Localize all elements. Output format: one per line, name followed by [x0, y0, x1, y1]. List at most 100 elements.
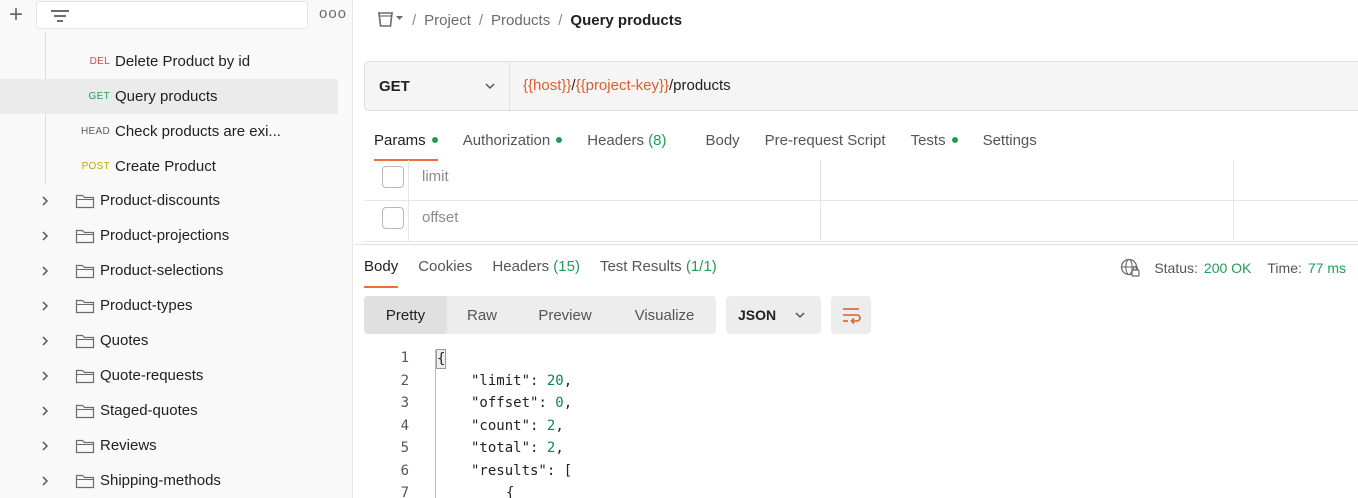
response-tab-cookies[interactable]: Cookies: [418, 254, 482, 286]
method-select[interactable]: GET: [365, 62, 510, 110]
format-value: JSON: [738, 307, 777, 323]
folder-name: Reviews: [100, 437, 157, 454]
tab-label: Body: [705, 132, 740, 149]
url-var-host: {{host}}: [523, 77, 572, 94]
json-key: "count": [471, 417, 531, 434]
param-key[interactable]: limit: [422, 168, 449, 185]
folder-item[interactable]: Staged-quotes: [0, 394, 338, 429]
folder-name: Product-types: [100, 297, 193, 314]
folder-name: Product-selections: [100, 262, 224, 279]
column-divider: [1233, 160, 1234, 201]
chevron-right-icon[interactable]: [40, 476, 50, 486]
folder-item[interactable]: Product-selections: [0, 254, 338, 289]
json-tail: [: [563, 462, 573, 479]
folder-item[interactable]: Shipping-methods: [0, 464, 338, 498]
tab-label: Tests: [910, 132, 946, 149]
line-number: 5: [400, 440, 409, 456]
request-item-head[interactable]: HEAD Check products are exi...: [0, 114, 338, 149]
tab-settings[interactable]: Settings: [973, 128, 1047, 160]
chevron-down-icon: [485, 83, 495, 90]
json-key: "limit": [471, 372, 531, 389]
request-item-query[interactable]: GET Query products: [0, 79, 338, 114]
sidebar-toolbar: + ooo: [0, 0, 352, 32]
folder-item[interactable]: Quote-requests: [0, 359, 338, 394]
request-name: Create Product: [115, 158, 216, 175]
code-line: "results": [: [471, 463, 572, 479]
breadcrumb-products[interactable]: Products: [491, 12, 550, 29]
request-item-delete[interactable]: DEL Delete Product by id: [0, 44, 338, 79]
tab-label: Authorization: [462, 132, 551, 149]
folder-item[interactable]: Quotes: [0, 324, 338, 359]
view-tab-raw[interactable]: Raw: [447, 296, 517, 334]
chevron-right-icon[interactable]: [40, 301, 50, 311]
folder-icon: [75, 264, 95, 279]
view-tab-pretty[interactable]: Pretty: [364, 296, 447, 334]
status-label: Status:: [1154, 260, 1198, 276]
filter-input[interactable]: [36, 1, 308, 29]
chevron-right-icon[interactable]: [40, 196, 50, 206]
json-value: 0: [555, 395, 564, 411]
json-value: 20: [546, 372, 564, 389]
folder-item[interactable]: Product-types: [0, 289, 338, 324]
tab-params[interactable]: Params: [364, 128, 448, 161]
breadcrumb-project[interactable]: Project: [424, 12, 471, 29]
method-badge: POST: [81, 161, 110, 172]
response-tab-headers[interactable]: Headers (15): [492, 254, 590, 286]
filter-icon: [51, 8, 69, 24]
method-badge: GET: [88, 91, 110, 102]
response-body-code[interactable]: 1 2 3 4 5 6 7{"limit": 20, "offset": 0, "count":…: [364, 348, 1358, 498]
chevron-right-icon[interactable]: [40, 441, 50, 451]
folder-name: Staged-quotes: [100, 402, 198, 419]
folder-item[interactable]: Product-projections: [0, 219, 338, 254]
tab-authorization[interactable]: Authorization: [453, 128, 573, 160]
add-icon[interactable]: +: [6, 3, 26, 27]
tab-headers[interactable]: Headers (8): [577, 128, 676, 160]
status-value[interactable]: 200 OK: [1204, 260, 1251, 276]
view-tab-preview[interactable]: Preview: [517, 296, 613, 334]
chevron-right-icon[interactable]: [40, 266, 50, 276]
json-sep: :: [530, 440, 547, 456]
more-options-icon[interactable]: ooo: [319, 5, 347, 22]
param-checkbox[interactable]: [382, 207, 404, 229]
tab-label: Settings: [982, 132, 1037, 149]
request-item-create[interactable]: POST Create Product: [0, 149, 338, 184]
response-tab-test-results[interactable]: Test Results (1/1): [600, 254, 727, 286]
breadcrumb-current[interactable]: Query products: [570, 12, 682, 29]
tab-tests[interactable]: Tests: [901, 128, 968, 160]
param-checkbox[interactable]: [382, 166, 404, 188]
tab-count: (15): [553, 258, 580, 275]
column-divider: [820, 160, 821, 201]
chevron-right-icon[interactable]: [40, 231, 50, 241]
tab-body[interactable]: Body: [695, 128, 749, 160]
status-dot: [431, 137, 438, 144]
folder-name: Product-discounts: [100, 192, 221, 209]
wrap-lines-button[interactable]: [831, 296, 871, 334]
folder-icon: [75, 334, 95, 349]
collection-icon[interactable]: [374, 10, 403, 30]
body-view-tabs: Pretty Raw Preview Visualize: [364, 296, 716, 334]
folder-icon: [75, 369, 95, 384]
folder-item[interactable]: Product-discounts: [0, 184, 338, 219]
globe-lock-icon[interactable]: [1120, 258, 1140, 278]
url-bar: GET {{host}}/{{project-key}}/products: [364, 61, 1358, 111]
tab-pre-request-script[interactable]: Pre-request Script: [755, 128, 896, 160]
view-tab-visualize[interactable]: Visualize: [613, 296, 716, 334]
code-line: {: [436, 349, 447, 369]
json-key: "total": [471, 440, 531, 456]
param-key[interactable]: offset: [422, 209, 458, 226]
chevron-right-icon[interactable]: [40, 371, 50, 381]
chevron-right-icon[interactable]: [40, 406, 50, 416]
time-value[interactable]: 77 ms: [1308, 260, 1346, 276]
url-input[interactable]: {{host}}/{{project-key}}/products: [523, 77, 731, 94]
status-dot: [951, 137, 958, 144]
json-tail: ,: [555, 440, 564, 456]
line-number: 1: [400, 350, 409, 366]
response-divider[interactable]: [354, 244, 1358, 245]
json-sep: :: [530, 372, 547, 389]
folder-item[interactable]: Reviews: [0, 429, 338, 464]
format-select[interactable]: JSON: [726, 296, 821, 334]
status-dot: [556, 137, 563, 144]
json-tail: ,: [563, 372, 573, 389]
chevron-right-icon[interactable]: [40, 336, 50, 346]
response-tab-body[interactable]: Body: [364, 254, 408, 288]
